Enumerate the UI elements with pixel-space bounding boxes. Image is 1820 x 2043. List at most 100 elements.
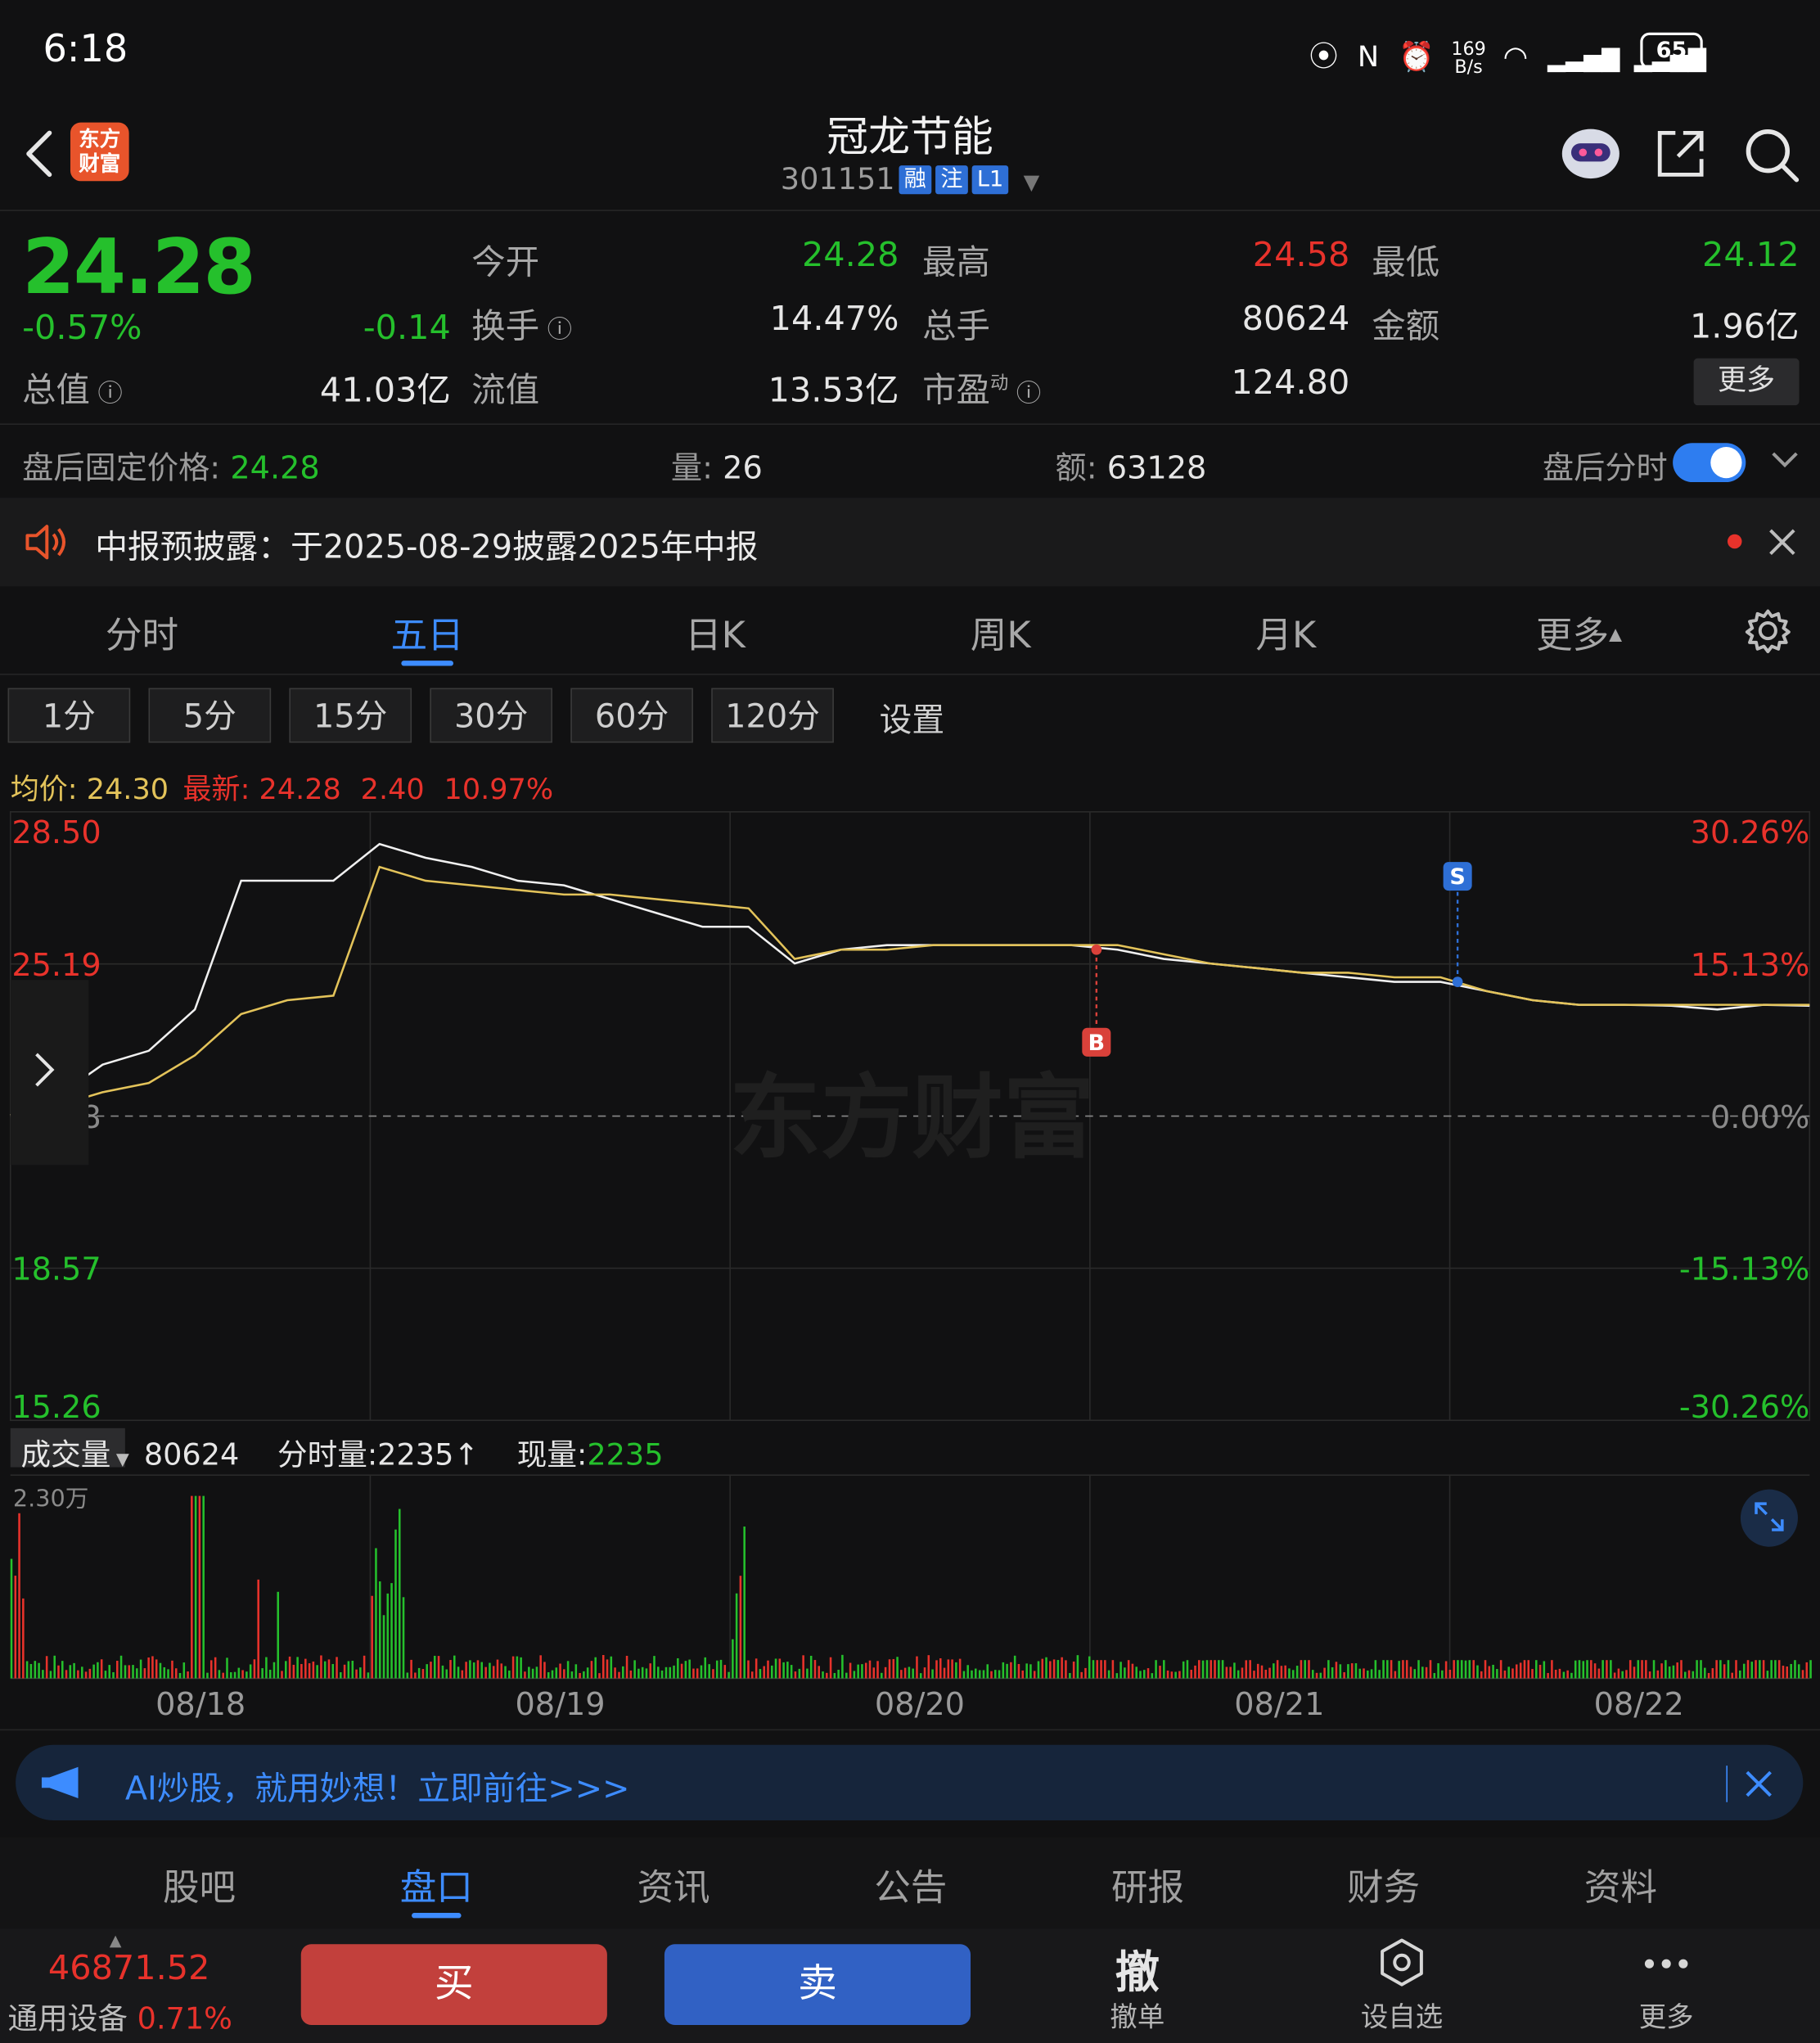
volume-bar [923, 1667, 926, 1679]
gear-icon[interactable] [1745, 607, 1791, 654]
volume-bar [163, 1666, 166, 1679]
five-day-chart[interactable]: 东方财富 28.5030.26%25.1915.13%21.880.00%18.… [0, 808, 1820, 1746]
interval-120min[interactable]: 120分 [711, 688, 834, 743]
interval-30min[interactable]: 30分 [430, 688, 553, 743]
tab-weekly-k[interactable]: 周K [922, 607, 1079, 660]
notice-text[interactable]: 中报预披露：于2025-08-29披露2025年中报 [95, 521, 758, 568]
chevron-down-icon[interactable] [1769, 449, 1800, 470]
ad-text[interactable]: AI炒股，就用妙想！立即前往>>> [125, 1763, 630, 1810]
volume-bar [1629, 1660, 1632, 1679]
sector-index[interactable]: 通用设备 0.71% [8, 1994, 232, 2038]
divider [0, 1729, 1820, 1731]
volume-bar [139, 1659, 142, 1679]
more-dots-icon[interactable] [1642, 1955, 1691, 1973]
volume-bar [441, 1665, 444, 1679]
chevron-right-icon[interactable] [31, 1050, 57, 1089]
sell-button[interactable]: 卖 [664, 1944, 971, 2025]
interval-1min[interactable]: 1分 [7, 688, 131, 743]
volume-bar [1163, 1660, 1165, 1679]
tab-financials[interactable]: 财务 [1305, 1860, 1462, 1912]
volume-bar [49, 1671, 52, 1679]
tab-quote[interactable]: 盘口 [358, 1860, 515, 1912]
tab-research[interactable]: 研报 [1070, 1860, 1226, 1912]
buy-button[interactable]: 买 [300, 1944, 607, 2025]
volume-bar [955, 1662, 957, 1679]
volume-max-label: 2.30万 [12, 1485, 89, 1513]
tab-monthly-k[interactable]: 月K [1208, 607, 1364, 660]
cancel-order-icon[interactable]: 撤 [1072, 1937, 1202, 2000]
divider [0, 423, 1820, 425]
robot-assistant-icon[interactable] [1560, 123, 1622, 183]
search-icon[interactable] [1743, 126, 1800, 183]
volume-bar [677, 1657, 679, 1679]
volume-bar [61, 1661, 64, 1679]
volume-bar [1273, 1663, 1275, 1679]
volume-bar [1061, 1657, 1063, 1679]
triangle-down-icon: ▼ [110, 1450, 129, 1470]
volume-bar [786, 1662, 789, 1679]
close-icon[interactable] [1767, 526, 1798, 557]
volume-bar [218, 1670, 221, 1679]
volume-bar [65, 1670, 68, 1679]
volume-bar [743, 1527, 746, 1679]
sector-index-value[interactable]: 46871.52 [48, 1950, 210, 1989]
tab-announcements[interactable]: 公告 [832, 1860, 989, 1912]
tab-five-day[interactable]: 五日 [349, 607, 506, 660]
volume-bar [1707, 1672, 1710, 1679]
volume-bar [1606, 1660, 1608, 1679]
add-watchlist-icon[interactable] [1377, 1937, 1426, 1987]
volume-bar [268, 1669, 272, 1679]
volume-dropdown[interactable]: 成交量 [11, 1439, 110, 1472]
volume-bar [323, 1661, 327, 1679]
volume-bar [1453, 1660, 1455, 1679]
after-hours-toggle[interactable] [1673, 443, 1746, 483]
volume-bar [119, 1655, 123, 1679]
tab-profile[interactable]: 资料 [1543, 1860, 1699, 1912]
interval-60min[interactable]: 60分 [570, 688, 693, 743]
volume-bar [304, 1658, 307, 1679]
volume-bar [715, 1660, 719, 1679]
tab-news[interactable]: 资讯 [596, 1860, 752, 1912]
volume-bar [759, 1669, 762, 1679]
interval-settings[interactable]: 设置 [880, 695, 945, 742]
volume-bar [1237, 1670, 1240, 1679]
interval-5min[interactable]: 5分 [148, 688, 272, 743]
turnover-label[interactable]: 换手 ⓘ [471, 300, 572, 348]
volume-bar [590, 1661, 593, 1679]
cancel-order-label[interactable]: 撤单 [1072, 1996, 1202, 2036]
tab-intraday[interactable]: 分时 [64, 607, 220, 660]
tab-daily-k[interactable]: 日K [637, 607, 793, 660]
tab-forum[interactable]: 股吧 [121, 1860, 277, 1912]
more-label[interactable]: 更多 [1602, 1996, 1732, 2036]
volume-bar [1291, 1670, 1295, 1679]
volume-bar [406, 1672, 409, 1679]
interval-15min[interactable]: 15分 [289, 688, 412, 743]
volume-bar [155, 1659, 158, 1679]
share-icon[interactable] [1655, 128, 1707, 180]
volume-bar [1719, 1660, 1722, 1679]
volume-bar [1304, 1660, 1306, 1679]
volume-bar [755, 1658, 758, 1679]
volume-bar [273, 1662, 276, 1679]
volume-bar [92, 1664, 95, 1679]
volume-bar [782, 1662, 785, 1679]
volume-bar [579, 1672, 581, 1679]
pe-label[interactable]: 市盈动 ⓘ [922, 363, 1041, 412]
volume-bar [1574, 1660, 1577, 1679]
volume-bar [1151, 1673, 1154, 1679]
volume-bar [892, 1658, 895, 1679]
volume-bar [622, 1666, 624, 1679]
volume-bar [347, 1661, 350, 1679]
volume-bar [81, 1666, 83, 1679]
more-button[interactable]: 更多 [1693, 358, 1800, 406]
volume-bar [1311, 1670, 1314, 1679]
add-watchlist-label[interactable]: 设自选 [1336, 1996, 1466, 2036]
volume-bar [1394, 1671, 1397, 1679]
total-cap-label[interactable]: 总值 ⓘ [22, 363, 123, 412]
tab-more[interactable]: 更多▲ [1501, 607, 1657, 660]
stock-code-line[interactable]: 301151 融注 L1 ▼ [0, 163, 1820, 196]
volume-bar [14, 1576, 17, 1679]
volume-bar [528, 1666, 530, 1679]
close-icon[interactable] [1743, 1768, 1774, 1799]
volume-bar [1499, 1660, 1502, 1679]
